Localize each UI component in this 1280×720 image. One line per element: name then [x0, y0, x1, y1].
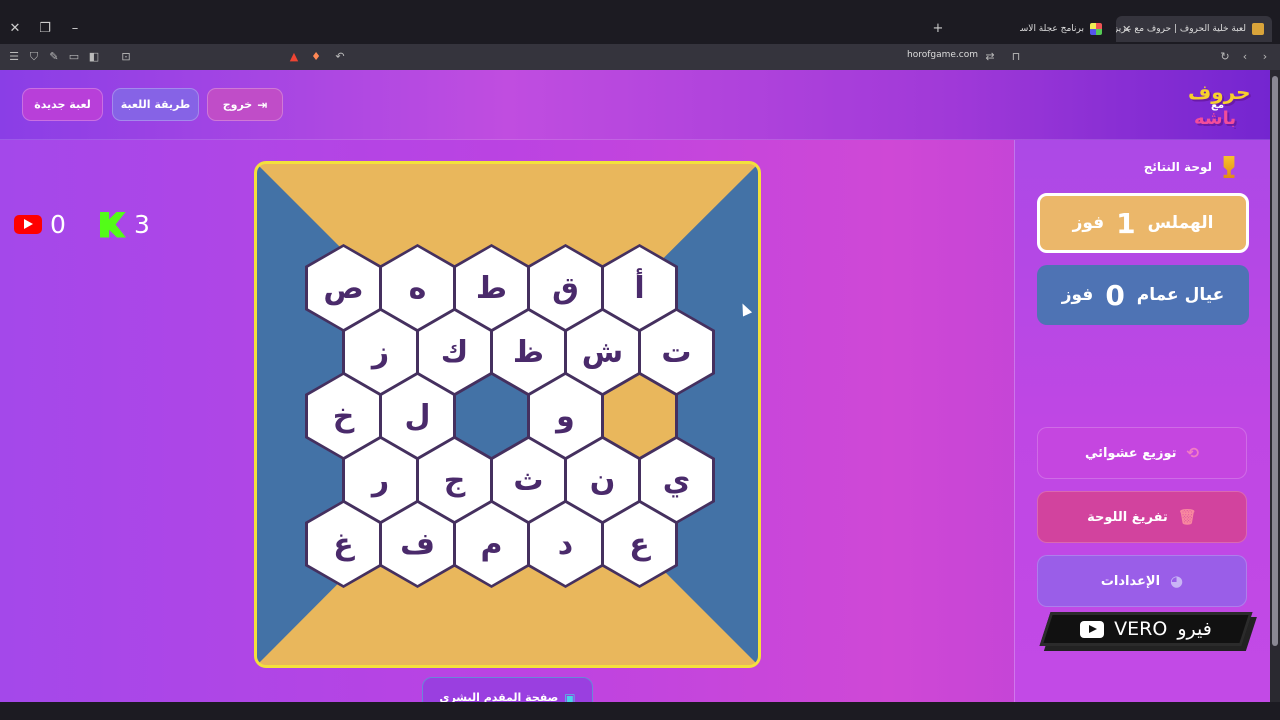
youtube-counter: 0 [14, 210, 66, 239]
shield-icon[interactable]: ⛉ [26, 49, 42, 65]
exit-icon: ⇥ [257, 97, 268, 112]
exit-button[interactable]: ⇥ خروج [207, 88, 283, 121]
browser-toolbar: ☰ ⛉ ✎ ▭ ◧ ⊡ ▲ ♦ ↶ horofgame.com ⇄ ⊓ ↻ ‹ … [0, 44, 1280, 70]
forward-icon[interactable]: › [1257, 49, 1273, 65]
tab-names-wheel[interactable]: برنامج عجلة الاسماء [1020, 16, 1110, 42]
presenter-page-button[interactable]: ▣ صفحة المقدم البشري [422, 677, 593, 702]
wheel-favicon [1090, 23, 1102, 35]
menu-icon[interactable]: ☰ [6, 49, 22, 65]
letter-board: صهطقأزكظشتخلورجثنيغفمدع [254, 161, 761, 668]
back-icon[interactable]: ‹ [1237, 49, 1253, 65]
game-page: لعبة جديدة طريقة اللعبة ⇥ خروج حروف مع ب… [0, 70, 1270, 702]
trash-icon: 🗑 [1177, 508, 1197, 526]
team-card-1[interactable]: الهملس 1 فوز [1037, 193, 1249, 253]
tab-manager-icon[interactable]: ⊡ [118, 49, 134, 65]
kick-counter: 3 [100, 210, 150, 239]
team-1-label: فوز [1072, 213, 1105, 233]
hex-letter: د [530, 503, 601, 585]
presenter-page-label: صفحة المقدم البشري [439, 691, 559, 702]
exit-label: خروج [222, 98, 253, 111]
how-to-play-button[interactable]: طريقة اللعبة [112, 88, 199, 121]
game-favicon [1252, 23, 1264, 35]
scrollbar-thumb[interactable] [1272, 76, 1278, 646]
youtube-count: 0 [50, 210, 66, 239]
page-scrollbar[interactable] [1270, 70, 1280, 702]
new-game-label: لعبة جديدة [34, 98, 91, 111]
close-tab-icon[interactable]: ✕ [1122, 23, 1131, 36]
team-1-score: 1 [1116, 206, 1136, 240]
tab-title: لعبة خلية الحروف | حروف مع عزيز [1116, 24, 1246, 34]
settings-button[interactable]: ◕ الإعدادات [1037, 555, 1247, 607]
bookmark-icon[interactable]: ⊓ [1008, 49, 1024, 65]
new-game-button[interactable]: لعبة جديدة [22, 88, 103, 121]
address-bar[interactable]: horofgame.com [907, 50, 978, 60]
restore-window-icon[interactable]: ❐ [37, 21, 53, 37]
logo-line-3: باشه [1194, 108, 1237, 129]
screenshot-icon[interactable]: ▭ [66, 49, 82, 65]
tab-title: برنامج عجلة الاسماء [1020, 24, 1084, 34]
hex-letter: ع [604, 503, 675, 585]
scoreboard-title: لوحة النتائج [1144, 156, 1238, 178]
clear-board-label: تفريغ اللوحة [1087, 509, 1168, 525]
clear-board-button[interactable]: 🗑 تفريغ اللوحة [1037, 491, 1247, 543]
brave-rewards-icon[interactable]: ▲ [286, 49, 302, 65]
page-header: لعبة جديدة طريقة اللعبة ⇥ خروج حروف مع ب… [0, 70, 1270, 140]
settings-label: الإعدادات [1100, 573, 1161, 589]
trophy-icon [1223, 156, 1235, 178]
shuffle-button[interactable]: ⟲ توزيع عشوائي [1037, 427, 1247, 479]
browser-bottom-bar [0, 702, 1280, 720]
hex-letter: ف [382, 503, 453, 585]
team-2-name: عيال عمام [1136, 285, 1225, 305]
vero-overlay: فيرو VERO [1039, 612, 1253, 646]
hex-letter: غ [308, 503, 379, 585]
kick-count: 3 [134, 210, 150, 239]
brave-shield-icon[interactable]: ♦ [308, 49, 324, 65]
shuffle-label: توزيع عشوائي [1084, 445, 1177, 461]
youtube-icon [1080, 620, 1105, 638]
team-card-2[interactable]: عيال عمام 0 فوز [1037, 265, 1249, 325]
team-2-label: فوز [1061, 285, 1094, 305]
reload-icon[interactable]: ↶ [332, 49, 348, 65]
site-settings-icon[interactable]: ⇄ [982, 49, 998, 65]
sidebar-icon[interactable]: ◧ [86, 49, 102, 65]
refresh-icon[interactable]: ↻ [1217, 49, 1233, 65]
browser-titlebar: ✕ ❐ – + برنامج عجلة الاسماء لعبة خلية ال… [0, 0, 1280, 44]
how-to-play-label: طريقة اللعبة [120, 98, 191, 111]
close-window-icon[interactable]: ✕ [7, 21, 23, 37]
overlay-latin: VERO [1114, 618, 1168, 640]
tab-letters-game[interactable]: لعبة خلية الحروف | حروف مع عزيز ✕ [1116, 16, 1272, 42]
shuffle-icon: ⟲ [1186, 444, 1200, 462]
monitor-icon: ▣ [564, 691, 576, 702]
site-logo[interactable]: حروف مع باشه [1186, 78, 1251, 134]
overlay-arabic: فيرو [1177, 618, 1212, 640]
team-1-name: الهملس [1147, 213, 1214, 233]
scoreboard-sidebar: لوحة النتائج الهملس 1 فوز عيال عمام 0 فو… [1014, 140, 1270, 702]
team-2-score: 0 [1105, 278, 1125, 312]
hex-letter: م [456, 503, 527, 585]
palette-icon: ◕ [1170, 572, 1184, 590]
kick-icon [100, 211, 126, 238]
scoreboard-title-text: لوحة النتائج [1143, 160, 1212, 174]
extension-icon[interactable]: ✎ [46, 49, 62, 65]
new-tab-icon[interactable]: + [930, 21, 946, 37]
minimize-window-icon[interactable]: – [67, 21, 83, 37]
youtube-icon [14, 215, 42, 234]
